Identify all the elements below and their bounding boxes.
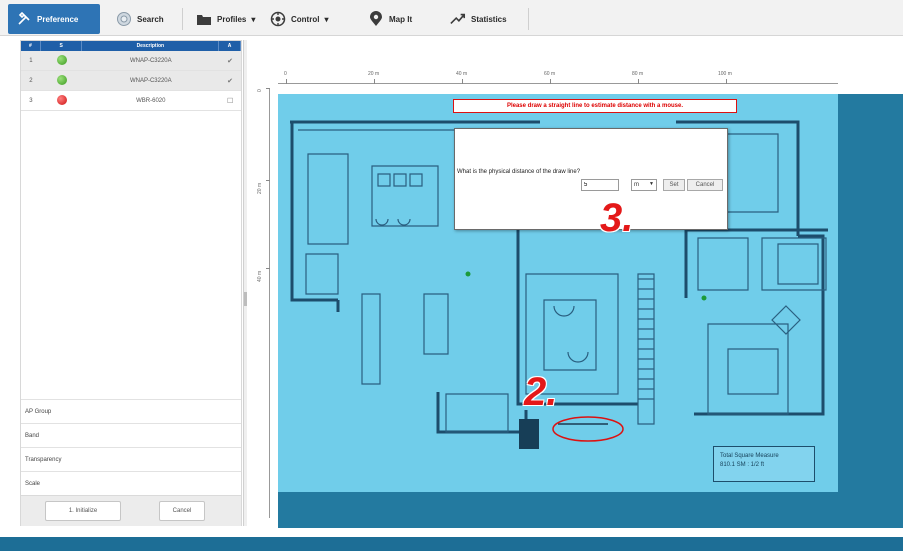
ruler-label: 0 [257,89,263,92]
column-index[interactable]: # [21,41,41,51]
status-offline-icon [56,94,67,105]
tab-preference[interactable]: Preference [8,4,100,34]
unit-select[interactable]: m ▼ [631,179,657,191]
totals-box: Total Square Measure 810.1 SM : 1/2 ft [713,446,815,482]
row-checkbox[interactable]: ✔ [219,57,241,65]
property-ap-group[interactable]: AP Group [21,399,241,423]
status-bar [0,537,903,551]
ruler-label: 40 m [257,270,263,282]
column-a[interactable]: A [219,41,242,51]
tab-control[interactable]: Control ▾ [270,4,328,34]
top-ruler: 0 20 m 40 m 60 m 80 m 100 m [278,70,838,88]
panel-button-bar: 1. Initialize Cancel [21,495,241,526]
toolbar-divider [528,8,529,30]
ruler-label: 20 m [368,71,380,77]
tab-label: Preference [37,14,79,24]
totals-value: 810.1 SM : 1/2 ft [720,462,765,468]
step-3-annotation: 3. [600,196,634,240]
property-transparency[interactable]: Transparency [21,447,241,471]
chart-icon [450,11,466,27]
property-list: AP Group Band Transparency Scale [21,399,241,495]
chevron-down-icon: ▼ [649,181,654,187]
tab-label: Statistics [471,14,507,24]
device-panel: # S Description A 1 WNAP-C3220A ✔ 2 WNAP… [20,40,242,526]
left-ruler: 0 20 m 40 m [255,88,273,518]
chevron-down-icon: ▾ [251,14,256,24]
property-band[interactable]: Band [21,423,241,447]
distance-dialog: What is the physical distance of the dra… [454,128,728,230]
control-icon [270,11,286,27]
dialog-question: What is the physical distance of the dra… [457,169,581,175]
search-icon [116,11,132,27]
initialize-button[interactable]: 1. Initialize [45,501,121,521]
row-checkbox[interactable]: ☐ [219,97,241,105]
tab-map-it[interactable]: Map It [368,4,412,34]
instruction-banner: Please draw a straight line to estimate … [453,99,737,113]
tab-label: Profiles [217,14,247,24]
device-table-header: # S Description A [21,41,242,51]
row-description: WNAP-C3220A [129,57,172,64]
tab-statistics[interactable]: Statistics [450,4,507,34]
map-border-bottom [278,492,838,528]
unit-value: m [634,182,639,188]
table-row[interactable]: 2 WNAP-C3220A ✔ [21,71,241,91]
dialog-cancel-button[interactable]: Cancel [687,179,723,191]
tab-profiles[interactable]: Profiles ▾ [196,4,255,34]
map-border-right [838,94,903,528]
main-toolbar: Preference Search Profiles ▾ Control ▾ M… [0,0,903,36]
set-button[interactable]: Set [663,179,685,191]
column-status[interactable]: S [41,41,83,51]
tab-search[interactable]: Search [116,4,164,34]
row-index: 1 [29,57,33,64]
row-index: 2 [29,77,33,84]
status-online-icon [56,54,67,65]
row-index: 3 [29,97,33,104]
cancel-button[interactable]: Cancel [159,501,205,521]
table-row[interactable]: 1 WNAP-C3220A ✔ [21,51,241,71]
map-pin-icon [368,11,384,27]
tab-label: Search [137,14,164,24]
ruler-label: 40 m [456,71,468,77]
property-scale[interactable]: Scale [21,471,241,495]
tab-label: Map It [389,14,413,24]
column-description[interactable]: Description [82,41,220,51]
ruler-label: 20 m [257,182,263,194]
row-description: WNAP-C3220A [129,77,172,84]
step-2-annotation: 2. [524,370,558,414]
row-checkbox[interactable]: ✔ [219,77,241,85]
ruler-label: 60 m [544,71,556,77]
preference-icon [16,11,32,27]
status-online-icon [56,74,67,85]
row-description: WBR-6020 [136,97,166,104]
ruler-label: 100 m [718,71,732,77]
ruler-label: 80 m [632,71,644,77]
table-row[interactable]: 3 WBR-6020 ☐ [21,91,241,111]
folder-icon [196,11,212,27]
tab-label: Control [291,14,320,24]
toolbar-divider [182,8,183,30]
totals-title: Total Square Measure [720,453,779,459]
ruler-label: 0 [284,71,287,77]
chevron-down-icon: ▾ [324,14,329,24]
distance-input[interactable] [581,179,619,191]
splitter-grip[interactable] [244,292,247,306]
panel-splitter[interactable] [243,40,247,526]
